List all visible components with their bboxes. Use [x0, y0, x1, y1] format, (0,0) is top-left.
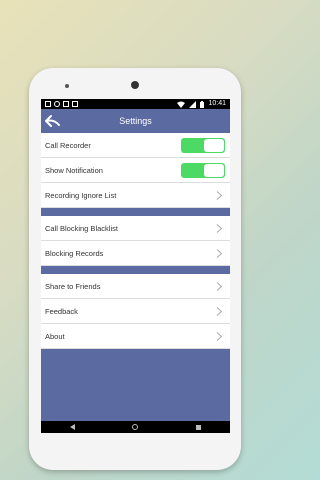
show-notification-toggle[interactable] — [181, 163, 225, 178]
proximity-sensor — [65, 84, 69, 88]
navigation-bar — [41, 421, 230, 433]
chevron-right-icon — [216, 332, 223, 341]
share-to-friends-row[interactable]: Share to Friends — [41, 274, 230, 299]
feedback-label: Feedback — [45, 306, 78, 316]
blocking-records-row[interactable]: Blocking Records — [41, 241, 230, 266]
nav-back-icon[interactable] — [69, 424, 75, 430]
about-label: About — [45, 331, 65, 341]
chevron-right-icon — [216, 224, 223, 233]
call-blocking-blacklist-label: Call Blocking Blacklist — [45, 223, 118, 233]
blocking-records-label: Blocking Records — [45, 248, 104, 258]
image-icon — [63, 101, 69, 107]
sync-icon — [54, 101, 60, 107]
section-divider — [41, 266, 230, 274]
section-divider — [41, 208, 230, 216]
phone-frame: 10:41 Settings Call Recorder Show Notifi… — [29, 68, 241, 470]
toggle-knob — [204, 139, 224, 152]
show-notification-row: Show Notification — [41, 158, 230, 183]
feedback-row[interactable]: Feedback — [41, 299, 230, 324]
app-notification-icon — [45, 101, 51, 107]
call-recorder-label: Call Recorder — [45, 140, 91, 150]
call-recorder-row: Call Recorder — [41, 133, 230, 158]
clock: 10:41 — [208, 100, 226, 107]
recording-ignore-list-label: Recording Ignore List — [45, 190, 117, 200]
arrow-back-icon[interactable] — [45, 113, 61, 129]
nav-home-icon[interactable] — [132, 424, 139, 430]
chevron-right-icon — [216, 282, 223, 291]
toggle-knob — [204, 164, 224, 177]
status-bar: 10:41 — [41, 99, 230, 109]
battery-icon — [200, 100, 205, 108]
recording-ignore-list-row[interactable]: Recording Ignore List — [41, 183, 230, 208]
settings-list: Call Recorder Show Notification Recordin… — [41, 133, 230, 349]
wifi-icon — [177, 101, 186, 108]
screen: 10:41 Settings Call Recorder Show Notifi… — [41, 99, 230, 433]
front-camera — [131, 81, 139, 89]
call-recorder-toggle[interactable] — [181, 138, 225, 153]
app-bar: Settings — [41, 109, 230, 133]
share-to-friends-label: Share to Friends — [45, 281, 101, 291]
system-icons: 10:41 — [177, 99, 226, 109]
show-notification-label: Show Notification — [45, 165, 103, 175]
nav-recents-icon[interactable] — [196, 424, 202, 430]
call-blocking-blacklist-row[interactable]: Call Blocking Blacklist — [41, 216, 230, 241]
page-title: Settings — [119, 116, 152, 126]
signal-icon — [189, 100, 197, 108]
notification-icons — [45, 99, 78, 109]
gallery-icon — [72, 101, 78, 107]
about-row[interactable]: About — [41, 324, 230, 349]
chevron-right-icon — [216, 191, 223, 200]
chevron-right-icon — [216, 249, 223, 258]
chevron-right-icon — [216, 307, 223, 316]
